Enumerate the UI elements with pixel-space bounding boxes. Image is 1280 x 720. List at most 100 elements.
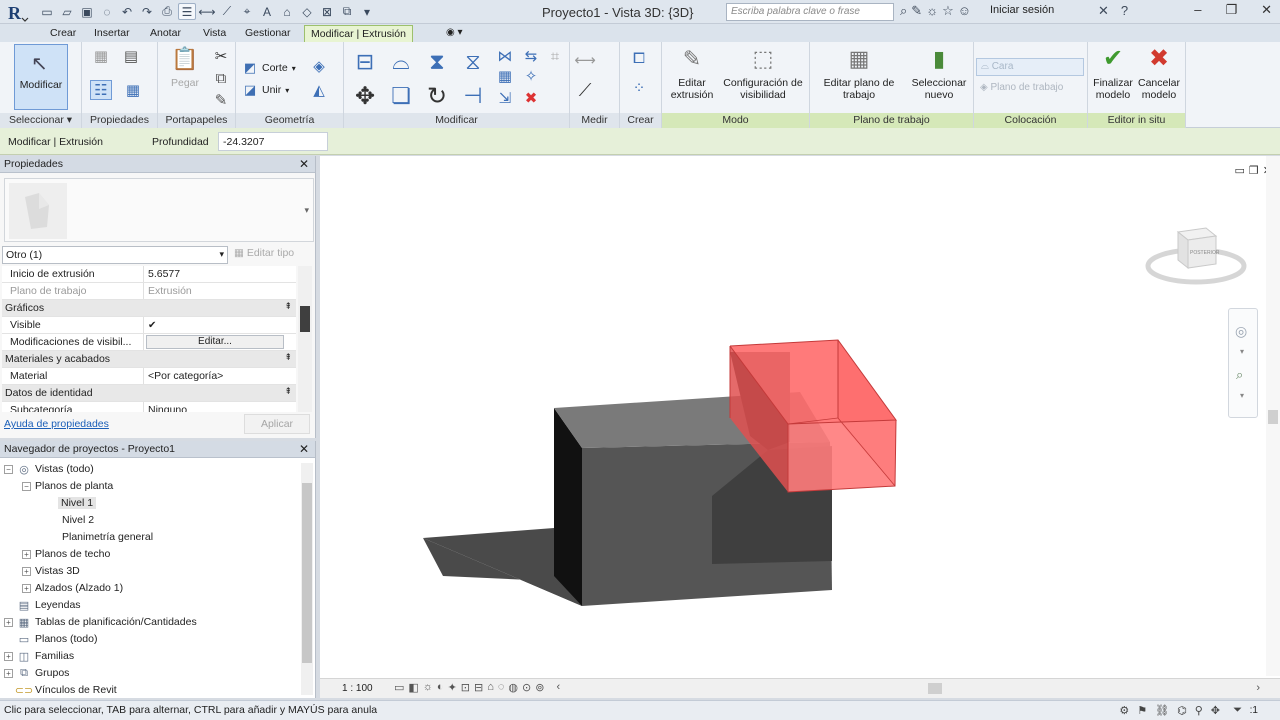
communication-icon[interactable]: ☼ xyxy=(926,3,938,19)
binoculars-icon[interactable]: ⌕ xyxy=(900,3,907,19)
workplane-placement-option[interactable]: ◈ Plano de trabajo xyxy=(980,82,1063,93)
visual-style-icon[interactable]: ◧ xyxy=(408,681,418,694)
select-underlay-icon[interactable]: ⌬ xyxy=(1177,704,1187,717)
create-group-icon[interactable]: ⁘ xyxy=(628,78,650,98)
sun-path-icon[interactable]: ☼ xyxy=(423,681,433,694)
reveal-hidden-icon[interactable]: ◍ xyxy=(508,681,518,694)
lock-icon[interactable]: ⌗ xyxy=(544,46,566,66)
model-canvas[interactable] xyxy=(320,156,1280,676)
highlight-displacement-icon[interactable]: ⊚ xyxy=(535,681,544,694)
type-selector-dropdown[interactable]: Otro (1) ▾ xyxy=(2,246,228,264)
folder-icon[interactable]: ▱ xyxy=(58,3,76,20)
undo-icon[interactable]: ↶ xyxy=(118,3,136,20)
visible-checkbox[interactable]: ✔ xyxy=(148,321,159,332)
type-preview[interactable]: ▾ xyxy=(4,178,314,242)
viewcube-icon[interactable]: POSTERIOR xyxy=(1144,222,1248,294)
view-scale[interactable]: 1 : 100 xyxy=(342,683,373,694)
chevron-down-icon[interactable]: ▾ xyxy=(1240,391,1244,400)
expand-toggle-icon[interactable]: + xyxy=(4,668,13,678)
select-new-button[interactable]: ▮ Seleccionar nuevo xyxy=(906,44,972,102)
rotate-icon[interactable]: ↻ xyxy=(422,82,452,110)
cancel-model-button[interactable]: ✖ Cancelar modelo xyxy=(1136,44,1182,102)
tree-item-vistas-3d[interactable]: + Vistas 3D xyxy=(22,565,80,577)
close-icon[interactable]: ✕ xyxy=(299,157,309,171)
analytical-icon[interactable]: ⊙ xyxy=(522,681,531,694)
property-group[interactable]: Materiales y acabados ⇞ xyxy=(2,351,296,368)
property-value[interactable]: 5.6577 xyxy=(144,266,296,282)
print-icon[interactable]: ⎙ xyxy=(158,3,176,20)
tab-vista[interactable]: Vista xyxy=(197,25,232,42)
user-icon[interactable]: ☺ xyxy=(958,3,971,19)
tree-item-planos-techo[interactable]: + Planos de techo xyxy=(22,548,110,560)
mirror-draw-icon[interactable]: ⧖ xyxy=(458,48,488,76)
scrollbar-thumb[interactable] xyxy=(302,483,312,663)
trim-icon[interactable]: ⊣ xyxy=(458,82,488,110)
temp-hide-icon[interactable]: ◌ xyxy=(498,681,505,694)
panel-title-seleccionar[interactable]: Seleccionar ▾ xyxy=(0,113,81,128)
paste-button[interactable]: 📋 Pegar xyxy=(168,44,202,90)
switch-windows-icon[interactable]: ⧉ xyxy=(338,3,356,20)
sync-icon[interactable]: ◌ xyxy=(98,3,116,20)
delete-icon[interactable]: ✖ xyxy=(520,88,542,108)
drag-elements-icon[interactable]: ✥ xyxy=(1211,704,1220,717)
depth-input[interactable]: -24.3207 xyxy=(218,132,328,151)
close-icon[interactable]: ✕ xyxy=(1261,2,1272,18)
scroll-right-icon[interactable]: › xyxy=(1256,682,1260,694)
edit-workplane-button[interactable]: ▦ Editar plano de trabajo xyxy=(814,44,904,102)
edit-visibility-button[interactable]: Editar... xyxy=(146,335,284,349)
cut-geometry-button[interactable]: ◩ Corte ▾ xyxy=(242,60,296,76)
property-group[interactable]: Datos de identidad ⇞ xyxy=(2,385,296,402)
tree-item-leyendas[interactable]: ▤ Leyendas xyxy=(17,599,81,612)
type-properties-icon[interactable]: ▦ xyxy=(90,46,112,66)
scrollbar-thumb[interactable] xyxy=(300,306,310,332)
face-placement-option[interactable]: ⌓ Cara xyxy=(976,58,1084,76)
pin-icon[interactable]: ✧ xyxy=(520,66,542,86)
mirror-axis-icon[interactable]: ⧗ xyxy=(422,48,452,76)
section-icon[interactable]: ◇ xyxy=(298,3,316,20)
visibility-settings-button[interactable]: ⬚ Configuración de visibilidad xyxy=(718,44,808,102)
tab-anotar[interactable]: Anotar xyxy=(144,25,187,42)
property-value[interactable]: <Por categoría> xyxy=(144,368,296,384)
collapse-icon[interactable]: ⇞ xyxy=(284,386,292,397)
crop-view-icon[interactable]: ⊡ xyxy=(461,681,470,694)
expand-toggle-icon[interactable]: + xyxy=(22,583,31,593)
measure-between-icon[interactable]: ⟷ xyxy=(574,50,596,70)
dimension-icon[interactable]: ⟋ xyxy=(218,3,236,20)
detail-level-icon[interactable]: ▭ xyxy=(394,681,404,694)
join-geometry-button[interactable]: ◪ Unir ▾ xyxy=(242,82,289,98)
filter-icon[interactable]: ⏷ xyxy=(1233,704,1242,717)
copy-element-icon[interactable]: ❏ xyxy=(386,82,416,110)
tree-item-alzados[interactable]: + Alzados (Alzado 1) xyxy=(22,582,123,594)
tree-item-tablas[interactable]: + ▦ Tablas de planificación/Cantidades xyxy=(4,616,197,629)
tab-gestionar[interactable]: Gestionar xyxy=(239,25,297,42)
properties-scrollbar[interactable] xyxy=(298,266,312,412)
show-crop-icon[interactable]: ⊟ xyxy=(474,681,483,694)
split-icon[interactable]: ⋈ xyxy=(494,46,516,66)
tab-modificar-extrusion[interactable]: Modificar | Extrusión xyxy=(304,25,413,42)
redo-icon[interactable]: ↷ xyxy=(138,3,156,20)
lock-3d-icon[interactable]: ⌂ xyxy=(487,681,494,694)
worksets-icon[interactable]: ⚙ xyxy=(1119,704,1129,717)
tree-item-planimetria[interactable]: Planimetría general xyxy=(62,531,153,543)
tree-item-nivel-2[interactable]: Nivel 2 xyxy=(62,514,94,526)
signin-button[interactable]: Iniciar sesión xyxy=(990,4,1054,16)
expand-toggle-icon[interactable]: + xyxy=(4,617,13,627)
close-hidden-icon[interactable]: ⊠ xyxy=(318,3,336,20)
browser-scrollbar[interactable] xyxy=(301,463,313,695)
collapse-toggle-icon[interactable]: − xyxy=(22,481,31,491)
tree-item-vinculos[interactable]: ⊂⊃ Vínculos de Revit xyxy=(15,684,117,697)
select-pinned-icon[interactable]: ⚲ xyxy=(1195,704,1203,717)
match-type-icon[interactable]: ✎ xyxy=(210,90,232,110)
scrollbar-thumb[interactable] xyxy=(1268,410,1278,424)
restore-icon[interactable]: ❐ xyxy=(1225,2,1237,18)
finish-model-button[interactable]: ✔ Finalizar modelo xyxy=(1090,44,1136,102)
close-icon[interactable]: ✕ xyxy=(299,442,309,456)
unpin-icon[interactable]: ⇆ xyxy=(520,46,542,66)
tree-item-familias[interactable]: + ◫ Familias xyxy=(4,650,74,663)
open-icon[interactable]: ▭ xyxy=(38,3,56,20)
properties-help-link[interactable]: Ayuda de propiedades xyxy=(4,418,109,430)
render-icon[interactable]: ✦ xyxy=(448,681,457,694)
revit-logo-icon[interactable]: R xyxy=(4,2,30,24)
collapse-icon[interactable]: ⇞ xyxy=(284,352,292,363)
save-icon[interactable]: ▣ xyxy=(78,3,96,20)
